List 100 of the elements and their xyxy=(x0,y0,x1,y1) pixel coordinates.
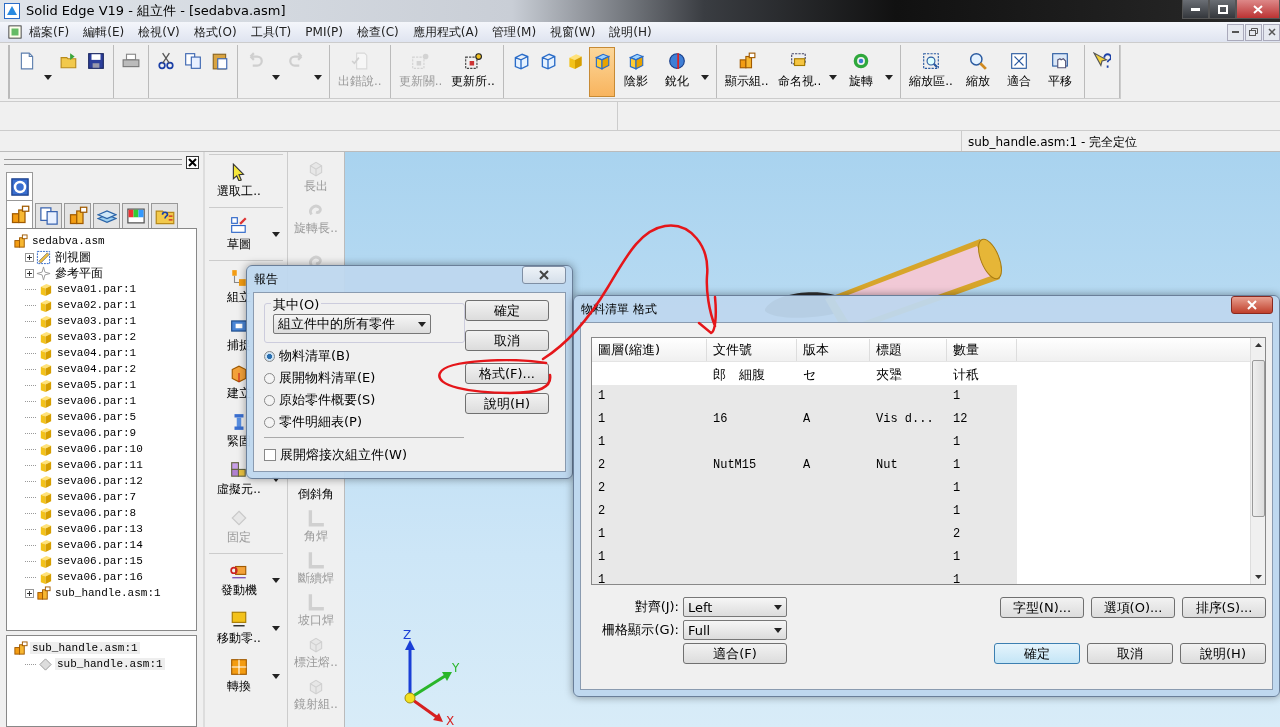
column-header[interactable]: 數量 xyxy=(947,338,1017,361)
pan-button[interactable]: 平移 xyxy=(1039,47,1080,97)
dialog-button[interactable]: 排序(S)... xyxy=(1182,597,1266,618)
close-button[interactable] xyxy=(522,266,566,284)
scroll-thumb[interactable] xyxy=(1251,360,1265,517)
menu-item[interactable]: 應用程式(A) xyxy=(405,23,486,41)
tree-item[interactable]: seva06.par:10 xyxy=(55,443,145,455)
fit-button[interactable]: 適合 xyxy=(998,47,1039,97)
pane-tab[interactable] xyxy=(6,172,33,200)
menu-item[interactable]: 檢視(V) xyxy=(131,23,187,41)
update-all-button[interactable]: 更新所.. xyxy=(447,47,499,97)
close-button[interactable] xyxy=(1231,296,1273,314)
named-view-button[interactable]: 命名視.. xyxy=(773,47,826,97)
minimize-button[interactable] xyxy=(1182,0,1209,19)
command-button[interactable]: 移動零.. xyxy=(209,604,269,652)
close-button[interactable] xyxy=(186,155,199,169)
dialog-button[interactable]: 確定 xyxy=(994,643,1080,664)
menu-item[interactable]: 管理(M) xyxy=(485,23,544,41)
tree-item[interactable]: seva06.par:15 xyxy=(55,555,145,567)
grid-dropdown[interactable]: Full xyxy=(683,620,787,640)
menu-item[interactable]: 檔案(F) xyxy=(22,23,77,41)
align-dropdown[interactable]: Left xyxy=(683,597,787,617)
pane-tab[interactable] xyxy=(93,203,120,228)
column-header[interactable]: 標題 xyxy=(870,338,947,361)
dialog-button[interactable]: 選項(O)... xyxy=(1091,597,1175,618)
radio-button[interactable] xyxy=(264,350,275,362)
radio-button[interactable] xyxy=(264,416,275,428)
show-component-button[interactable]: 顯示組.. xyxy=(720,47,773,97)
tree-item[interactable]: sedabva.asm xyxy=(30,235,107,247)
rotate-button[interactable]: 旋轉 xyxy=(841,47,882,97)
minimize-button[interactable] xyxy=(1227,23,1244,41)
view-button[interactable] xyxy=(588,47,615,97)
column-header[interactable]: 版本 xyxy=(797,338,870,361)
menu-item[interactable]: 格式(O) xyxy=(186,23,244,41)
tree-item[interactable]: seva01.par:1 xyxy=(55,283,139,295)
radio-button[interactable] xyxy=(264,372,275,384)
menu-item[interactable]: PMI(P) xyxy=(298,25,351,39)
radio-label: 原始零件概要(S) xyxy=(279,391,376,409)
checkbox[interactable] xyxy=(264,449,276,461)
command-button[interactable]: 選取工.. xyxy=(209,157,269,205)
tree-item[interactable]: seva06.par:9 xyxy=(55,427,139,439)
pane-tab[interactable] xyxy=(64,203,91,228)
restore-button[interactable] xyxy=(1245,23,1262,41)
command-button[interactable]: 發動機 xyxy=(209,556,269,604)
fit-button[interactable]: 適合(F) xyxy=(683,643,787,664)
dialog-button[interactable]: 說明(H) xyxy=(1180,643,1266,664)
close-button[interactable] xyxy=(1263,23,1280,41)
expand-toggle[interactable] xyxy=(25,252,34,262)
menu-item[interactable]: 檢查(C) xyxy=(350,23,406,41)
zoom-area-button[interactable]: 縮放區.. xyxy=(905,47,957,97)
pane-tab[interactable] xyxy=(6,200,33,228)
restore-button[interactable] xyxy=(1209,0,1236,19)
tree-item[interactable]: seva06.par:16 xyxy=(55,571,145,583)
tree-item[interactable]: seva06.par:5 xyxy=(55,411,139,423)
expand-toggle[interactable] xyxy=(25,588,34,598)
tree-item[interactable]: seva03.par:1 xyxy=(55,315,139,327)
dialog-button[interactable]: 格式(F)... xyxy=(465,363,549,384)
menu-item[interactable]: 編輯(E) xyxy=(76,23,132,41)
dialog-button[interactable]: 確定 xyxy=(465,300,549,321)
pane-tab[interactable] xyxy=(35,203,62,228)
feature-button[interactable]: 倒斜角 xyxy=(288,464,344,506)
tree-item[interactable]: seva06.par:7 xyxy=(55,491,139,503)
tree-item[interactable]: seva04.par:2 xyxy=(55,363,139,375)
tree-item[interactable]: seva06.par:14 xyxy=(55,539,145,551)
tree-item[interactable]: sub_handle.asm:1 xyxy=(30,642,140,654)
tree-item[interactable]: sub_handle.asm:1 xyxy=(55,658,165,670)
tree-item[interactable]: seva02.par:1 xyxy=(55,299,139,311)
tree-item[interactable]: 參考平面 xyxy=(53,264,105,282)
tree-item[interactable]: seva06.par:1 xyxy=(55,395,139,407)
scrollbar[interactable] xyxy=(1250,338,1265,584)
command-button[interactable]: 轉換 xyxy=(209,652,269,700)
pane-tab[interactable] xyxy=(122,203,149,228)
tree-item[interactable]: seva05.par:1 xyxy=(55,379,139,391)
tree-item[interactable]: seva06.par:13 xyxy=(55,523,145,535)
menu-item[interactable]: 工具(T) xyxy=(243,23,299,41)
zoom-button[interactable]: 縮放 xyxy=(957,47,998,97)
menu-item[interactable]: 說明(H) xyxy=(602,23,659,41)
pane-tab[interactable] xyxy=(151,203,178,228)
dialog-button[interactable]: 取消 xyxy=(465,330,549,351)
radio-button[interactable] xyxy=(264,394,275,406)
scope-dropdown[interactable]: 組立件中的所有零件 xyxy=(273,314,431,334)
tree-item[interactable]: seva06.par:12 xyxy=(55,475,145,487)
tree-item[interactable]: 剖視圖 xyxy=(53,248,93,266)
dialog-button[interactable]: 字型(N)... xyxy=(1000,597,1084,618)
sharpen-button[interactable]: 銳化 xyxy=(656,47,697,97)
dialog-button[interactable]: 取消 xyxy=(1087,643,1173,664)
tree-item[interactable]: seva06.par:11 xyxy=(55,459,145,471)
tree-item[interactable]: seva06.par:8 xyxy=(55,507,139,519)
tree-item[interactable]: seva03.par:2 xyxy=(55,331,139,343)
column-header[interactable]: 文件號 xyxy=(707,338,797,361)
tree-item[interactable]: seva04.par:1 xyxy=(55,347,139,359)
close-button[interactable] xyxy=(1236,0,1280,19)
command-button[interactable]: 虛擬元.. xyxy=(209,455,269,503)
column-header[interactable]: 圖層(縮進) xyxy=(592,338,707,361)
shading-button[interactable]: 陰影 xyxy=(615,47,656,97)
dialog-button[interactable]: 說明(H) xyxy=(465,393,549,414)
tree-item[interactable]: sub_handle.asm:1 xyxy=(53,587,163,599)
command-button[interactable]: 草圖 xyxy=(209,210,269,258)
menu-item[interactable]: 視窗(W) xyxy=(543,23,603,41)
expand-toggle[interactable] xyxy=(25,268,34,278)
